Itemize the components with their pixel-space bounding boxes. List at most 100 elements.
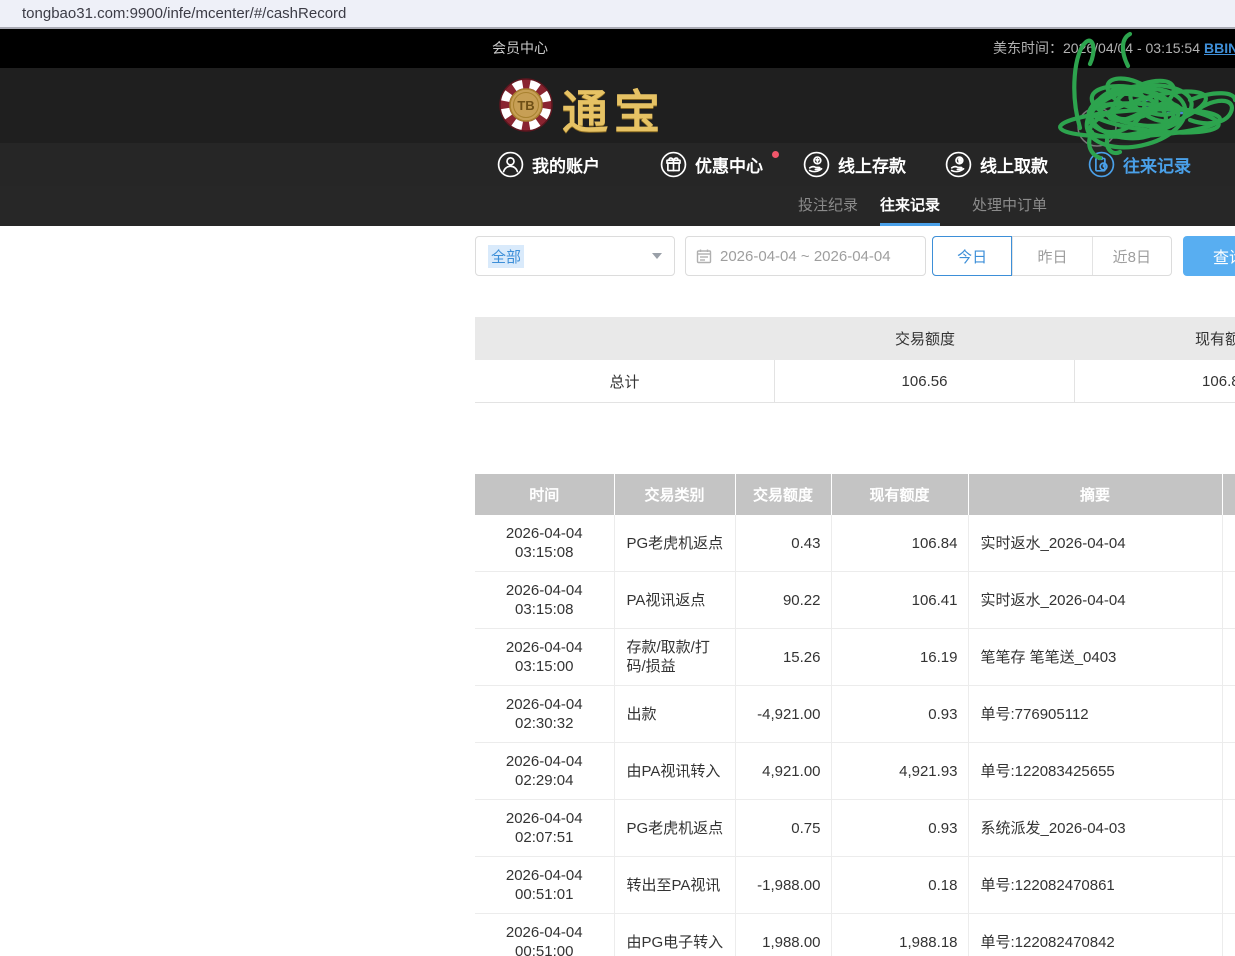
summary-header-balance: 现有额度 bbox=[1075, 317, 1235, 360]
search-button[interactable]: 查询 bbox=[1183, 236, 1235, 276]
cell-amount: 90.22 bbox=[735, 572, 831, 629]
cell-amount: 15.26 bbox=[735, 629, 831, 686]
site-name: 通宝 bbox=[562, 76, 666, 142]
user-icon bbox=[497, 151, 524, 178]
cell-type: PA视讯返点 bbox=[614, 572, 735, 629]
cell-note: 实时返水_2026-04-04 bbox=[968, 572, 1222, 629]
notification-dot bbox=[772, 151, 779, 158]
deposit-icon bbox=[803, 151, 830, 178]
cell-time: 2026-04-04 03:15:08 bbox=[475, 515, 614, 572]
cell-type: PG老虎机返点 bbox=[614, 515, 735, 572]
summary-total-balance: 106.84 bbox=[1075, 360, 1235, 402]
tb-chip-logo-icon: TB bbox=[498, 77, 554, 133]
cell-balance: 0.93 bbox=[831, 686, 968, 743]
cell-action bbox=[1222, 629, 1235, 686]
tab-pending-orders[interactable]: 处理中订单 bbox=[972, 186, 1047, 226]
cell-action bbox=[1222, 572, 1235, 629]
sub-nav: 投注纪录 往来记录 处理中订单 bbox=[0, 186, 1235, 226]
cell-note: 实时返水_2026-04-04 bbox=[968, 515, 1222, 572]
cell-note: 单号:122083425655 bbox=[968, 743, 1222, 800]
cell-balance: 0.18 bbox=[831, 857, 968, 914]
nav-cash-records[interactable]: 往来记录 bbox=[1088, 143, 1191, 186]
transactions-body: 2026-04-04 03:15:08 PG老虎机返点 0.43 106.84 … bbox=[475, 515, 1235, 956]
us-eastern-time: 美东时间：2026/04/04 - 03:15:54 bbox=[993, 29, 1200, 68]
tab-cash-records[interactable]: 往来记录 bbox=[880, 186, 940, 226]
cell-time: 2026-04-04 00:51:00 bbox=[475, 914, 614, 956]
quick-last8days-button[interactable]: 近8日 bbox=[1092, 237, 1171, 275]
cell-type: 出款 bbox=[614, 686, 735, 743]
nav-label: 往来记录 bbox=[1123, 152, 1191, 177]
cell-time: 2026-04-04 02:30:32 bbox=[475, 686, 614, 743]
cell-amount: 0.43 bbox=[735, 515, 831, 572]
transactions-header-row: 时间 交易类别 交易额度 现有额度 摘要 bbox=[475, 474, 1235, 515]
cell-type: 由PA视讯转入 bbox=[614, 743, 735, 800]
member-center-link[interactable]: 会员中心 bbox=[492, 29, 548, 68]
cell-note: 单号:122082470861 bbox=[968, 857, 1222, 914]
cell-time: 2026-04-04 00:51:01 bbox=[475, 857, 614, 914]
cell-amount: -1,988.00 bbox=[735, 857, 831, 914]
col-balance: 现有额度 bbox=[831, 474, 968, 515]
cell-balance: 4,921.93 bbox=[831, 743, 968, 800]
filter-row: 全部 2026-04-04 ~ 2026-04-04 今日 昨日 近8日 查询 bbox=[475, 236, 1235, 276]
cell-note: 笔笔存 笔笔送_0403 bbox=[968, 629, 1222, 686]
table-row: 2026-04-04 03:15:00 存款/取款/打码/损益 15.26 16… bbox=[475, 629, 1235, 686]
cell-balance: 106.41 bbox=[831, 572, 968, 629]
quick-date-buttons: 今日 昨日 近8日 bbox=[932, 236, 1172, 276]
nav-label: 优惠中心 bbox=[695, 152, 763, 177]
cell-action bbox=[1222, 686, 1235, 743]
calendar-icon bbox=[696, 248, 712, 264]
browser-url-bar[interactable]: tongbao31.com:9900/infe/mcenter/#/cashRe… bbox=[0, 0, 1235, 29]
nav-online-deposit[interactable]: 线上存款 bbox=[803, 143, 906, 186]
quick-today-button[interactable]: 今日 bbox=[932, 236, 1012, 276]
cell-amount: 1,988.00 bbox=[735, 914, 831, 956]
summary-total-label: 总计 bbox=[475, 360, 775, 402]
cell-action bbox=[1222, 800, 1235, 857]
table-row: 2026-04-04 03:15:08 PG老虎机返点 0.43 106.84 … bbox=[475, 515, 1235, 572]
type-select[interactable]: 全部 bbox=[475, 236, 675, 276]
quick-yesterday-button[interactable]: 昨日 bbox=[1012, 237, 1091, 275]
table-row: 2026-04-04 03:15:08 PA视讯返点 90.22 106.41 … bbox=[475, 572, 1235, 629]
cell-amount: 4,921.00 bbox=[735, 743, 831, 800]
cell-type: PG老虎机返点 bbox=[614, 800, 735, 857]
cell-note: 单号:776905112 bbox=[968, 686, 1222, 743]
date-range-input[interactable]: 2026-04-04 ~ 2026-04-04 bbox=[685, 236, 926, 276]
content-area: 全部 2026-04-04 ~ 2026-04-04 今日 昨日 近8日 查询 … bbox=[475, 226, 1235, 956]
nav-my-account[interactable]: 我的账户 bbox=[497, 143, 600, 186]
cell-action bbox=[1222, 914, 1235, 956]
logo-bar: TB 通宝 bbox=[0, 68, 1235, 143]
table-row: 2026-04-04 00:51:01 转出至PA视讯 -1,988.00 0.… bbox=[475, 857, 1235, 914]
summary-header-blank bbox=[475, 317, 775, 360]
cell-amount: 0.75 bbox=[735, 800, 831, 857]
summary-total-trade: 106.56 bbox=[775, 360, 1075, 402]
nav-label: 我的账户 bbox=[532, 152, 600, 177]
summary-table: 交易额度 现有额度 总计 106.56 106.84 bbox=[475, 317, 1235, 403]
chevron-down-icon bbox=[652, 253, 662, 259]
cell-amount: -4,921.00 bbox=[735, 686, 831, 743]
top-bar: 会员中心 美东时间：2026/04/04 - 03:15:54 BBIN bbox=[0, 29, 1235, 68]
col-time: 时间 bbox=[475, 474, 614, 515]
table-row: 2026-04-04 02:30:32 出款 -4,921.00 0.93 单号… bbox=[475, 686, 1235, 743]
nav-online-withdraw[interactable]: 线上取款 bbox=[945, 143, 1048, 186]
cell-balance: 1,988.18 bbox=[831, 914, 968, 956]
tab-bet-records[interactable]: 投注纪录 bbox=[798, 186, 858, 226]
cell-action bbox=[1222, 515, 1235, 572]
col-type: 交易类别 bbox=[614, 474, 735, 515]
cell-time: 2026-04-04 03:15:08 bbox=[475, 572, 614, 629]
table-row: 2026-04-04 02:29:04 由PA视讯转入 4,921.00 4,9… bbox=[475, 743, 1235, 800]
table-row: 2026-04-04 00:51:00 由PG电子转入 1,988.00 1,9… bbox=[475, 914, 1235, 956]
transactions-table: 时间 交易类别 交易额度 现有额度 摘要 2026-04-04 03:15:08… bbox=[475, 474, 1235, 956]
col-amount: 交易额度 bbox=[735, 474, 831, 515]
cell-balance: 106.84 bbox=[831, 515, 968, 572]
bbin-link[interactable]: BBIN bbox=[1204, 29, 1235, 68]
summary-header-trade: 交易额度 bbox=[775, 317, 1075, 360]
cell-type: 转出至PA视讯 bbox=[614, 857, 735, 914]
main-nav: 我的账户 优惠中心 线上存款 线上取款 bbox=[0, 143, 1235, 186]
nav-promotions[interactable]: 优惠中心 bbox=[660, 143, 763, 186]
withdraw-icon bbox=[945, 151, 972, 178]
table-row: 2026-04-04 02:07:51 PG老虎机返点 0.75 0.93 系统… bbox=[475, 800, 1235, 857]
cell-action bbox=[1222, 743, 1235, 800]
cell-type: 由PG电子转入 bbox=[614, 914, 735, 956]
records-icon bbox=[1088, 151, 1115, 178]
date-range-value: 2026-04-04 ~ 2026-04-04 bbox=[720, 248, 891, 265]
col-action bbox=[1222, 474, 1235, 515]
